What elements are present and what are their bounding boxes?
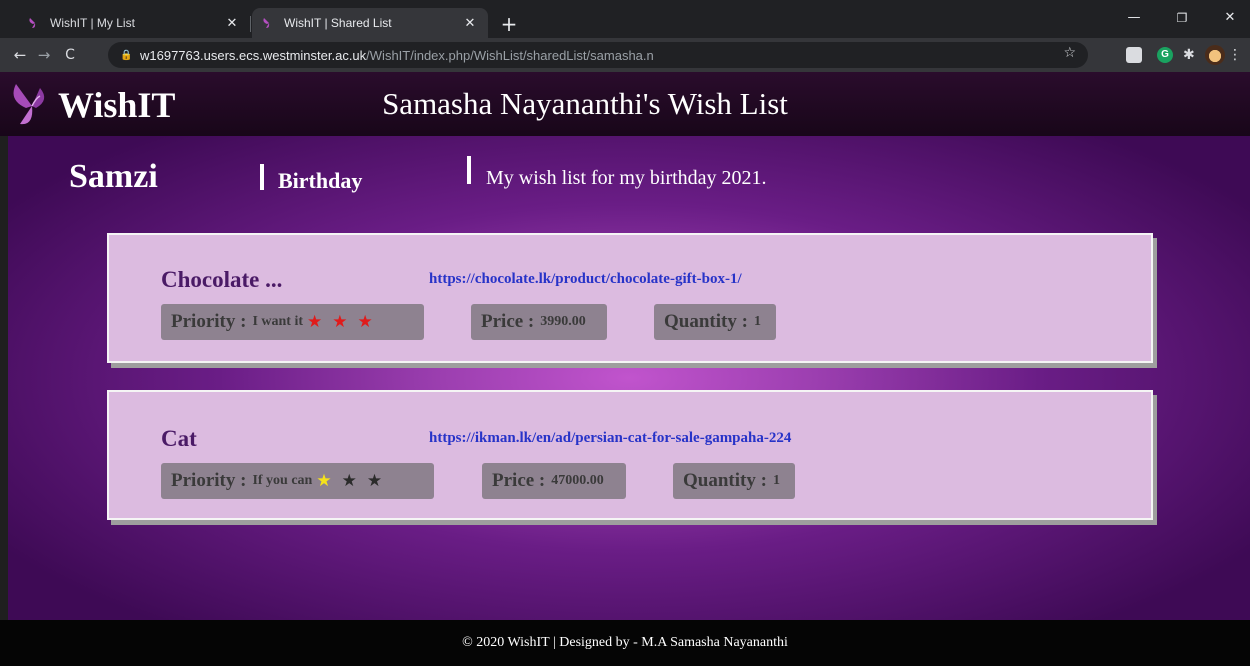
minimize-icon[interactable]: — xyxy=(1114,6,1154,30)
forward-arrow-icon[interactable]: → xyxy=(32,43,56,67)
quantity-value: 1 xyxy=(772,473,780,488)
tab-separator xyxy=(250,16,251,32)
tab-close-icon[interactable]: ✕ xyxy=(462,15,478,31)
priority-stars: ★★★ xyxy=(316,471,392,491)
item-link[interactable]: https://chocolate.lk/product/chocolate-g… xyxy=(429,271,742,288)
priority-label: Priority : xyxy=(171,470,247,491)
star-icon: ★ xyxy=(357,312,383,332)
back-arrow-icon[interactable]: ← xyxy=(8,43,32,67)
tab-my-list[interactable]: WishIT | My List ✕ xyxy=(18,8,250,38)
extension-doc-icon[interactable] xyxy=(1126,47,1142,63)
star-icon: ★ xyxy=(332,312,358,332)
priority-text: If you can xyxy=(252,473,313,488)
butterfly-favicon-icon xyxy=(263,18,270,28)
item-name: Chocolate ... xyxy=(161,267,283,292)
price-label: Price : xyxy=(492,470,546,491)
priority-chip: Priority : If you can ★★★ xyxy=(161,463,434,499)
site-footer: © 2020 WishIT | Designed by - M.A Samash… xyxy=(0,620,1250,666)
site-header: WishIT Samasha Nayananthi's Wish List xyxy=(0,72,1250,136)
browser-tab-bar: WishIT | My List ✕ WishIT | Shared List … xyxy=(0,0,1250,38)
priority-chip: Priority : I want it ★★★ xyxy=(161,304,424,340)
tab-label: WishIT | Shared List xyxy=(284,16,392,30)
lock-icon: 🔒 xyxy=(120,49,133,61)
profile-avatar[interactable] xyxy=(1205,45,1225,65)
divider xyxy=(467,156,471,184)
tab-shared-list[interactable]: WishIT | Shared List ✕ xyxy=(252,8,488,38)
price-value: 3990.00 xyxy=(540,314,586,329)
address-bar[interactable]: 🔒 w1697763.users.ecs.westminster.ac.uk/W… xyxy=(108,42,1088,68)
priority-text: I want it xyxy=(252,314,303,329)
page-title: Samasha Nayananthi's Wish List xyxy=(382,86,788,121)
bookmark-star-icon[interactable]: ☆ xyxy=(1063,45,1076,61)
star-icon: ★ xyxy=(366,471,393,491)
priority-label: Priority : xyxy=(171,311,247,332)
wish-list-area: Samzi Birthday My wish list for my birth… xyxy=(8,136,1250,620)
url-host: w1697763.users.ecs.westminster.ac.uk xyxy=(140,47,367,63)
item-link[interactable]: https://ikman.lk/en/ad/persian-cat-for-s… xyxy=(429,430,791,447)
quantity-chip: Quantity : 1 xyxy=(654,304,776,340)
star-icon: ★ xyxy=(316,471,342,491)
tab-close-icon[interactable]: ✕ xyxy=(224,15,240,31)
quantity-label: Quantity : xyxy=(683,470,767,491)
reload-icon[interactable]: C xyxy=(58,43,82,67)
list-description: My wish list for my birthday 2021. xyxy=(486,167,767,189)
url-path: /WishIT/index.php/WishList/sharedList/sa… xyxy=(366,47,654,63)
star-icon: ★ xyxy=(307,312,333,332)
tab-label: WishIT | My List xyxy=(50,16,135,30)
list-owner-name: Samzi xyxy=(69,158,158,195)
window-close-icon[interactable]: ✕ xyxy=(1210,6,1250,30)
price-value: 47000.00 xyxy=(551,473,604,488)
wish-item-card: Cat https://ikman.lk/en/ad/persian-cat-f… xyxy=(107,390,1153,520)
extension-grammarly-icon[interactable]: G xyxy=(1157,47,1173,63)
butterfly-favicon-icon xyxy=(29,18,36,28)
price-label: Price : xyxy=(481,311,535,332)
new-tab-button[interactable]: + xyxy=(497,12,521,36)
restore-icon[interactable]: ❐ xyxy=(1162,6,1202,30)
divider xyxy=(260,164,264,190)
quantity-label: Quantity : xyxy=(664,311,748,332)
item-name: Cat xyxy=(161,426,197,451)
browser-toolbar: ← → C 🔒 w1697763.users.ecs.westminster.a… xyxy=(0,38,1250,72)
price-chip: Price : 47000.00 xyxy=(482,463,626,499)
quantity-chip: Quantity : 1 xyxy=(673,463,795,499)
wish-item-card: Chocolate ... https://chocolate.lk/produ… xyxy=(107,233,1153,363)
priority-stars: ★★★ xyxy=(307,312,383,332)
web-page: WishIT Samasha Nayananthi's Wish List Sa… xyxy=(0,72,1250,666)
extensions-puzzle-icon[interactable]: ✱ xyxy=(1183,47,1199,63)
list-occasion: Birthday xyxy=(278,168,363,193)
star-icon: ★ xyxy=(341,471,367,491)
browser-menu-icon[interactable]: ⋮ xyxy=(1228,47,1242,63)
quantity-value: 1 xyxy=(753,314,761,329)
price-chip: Price : 3990.00 xyxy=(471,304,607,340)
